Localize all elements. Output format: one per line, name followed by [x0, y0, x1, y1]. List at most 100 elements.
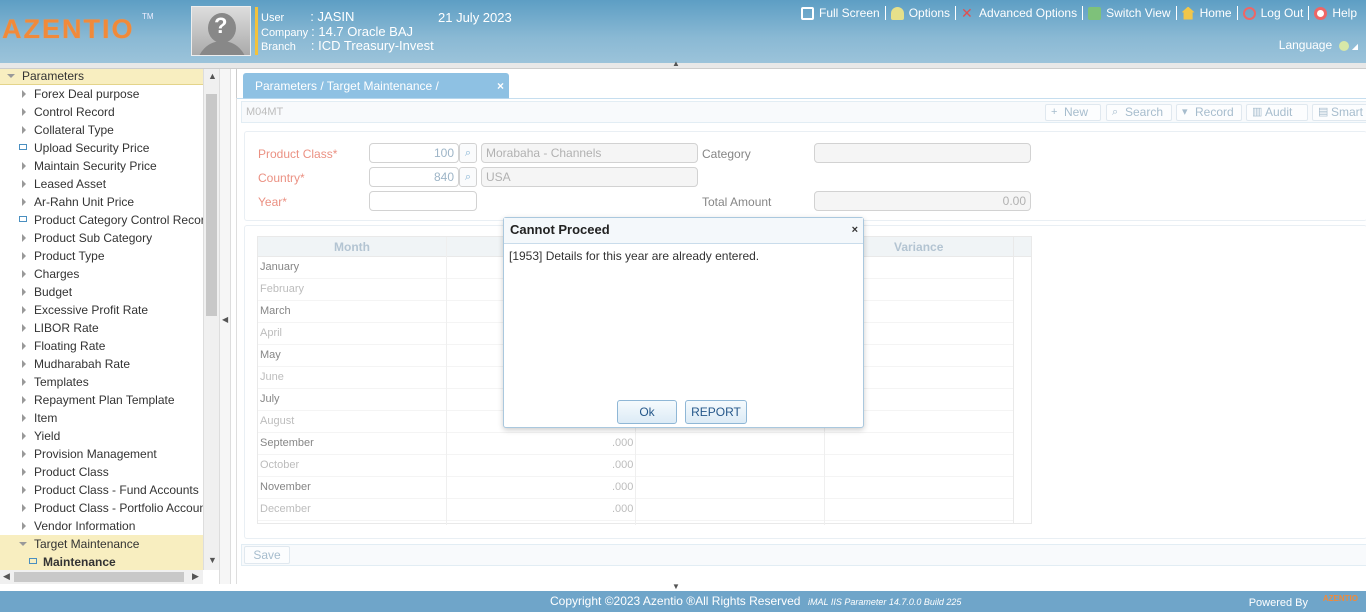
sidebar-item[interactable]: Product Type	[0, 247, 203, 265]
sidebar-item[interactable]: Target Maintenance	[0, 535, 203, 553]
h-scrollbar-thumb[interactable]	[14, 572, 184, 582]
powered-by-text: Powered By	[1248, 597, 1308, 609]
sidebar-item[interactable]: Budget	[0, 283, 203, 301]
sidebar-item[interactable]: Templates	[0, 373, 203, 391]
dialog-message: [1953] Details for this year are already…	[509, 249, 760, 263]
full-screen-icon	[800, 6, 814, 20]
advanced-options-button[interactable]: ✕ Advanced Options	[955, 6, 1082, 20]
sidebar-item[interactable]: Product Class - Portfolio Accounts	[0, 499, 203, 517]
sidebar-item-label: Excessive Profit Rate	[34, 303, 149, 317]
sidebar-items: Forex Deal purpose Control Record Collater…	[0, 85, 203, 570]
scroll-right-icon[interactable]: ▶	[192, 571, 199, 582]
tools-icon: ✕	[961, 4, 973, 21]
sidebar-item-label: Upload Security Price	[34, 141, 150, 155]
sidebar-item-label: Product Class - Portfolio Accounts	[34, 501, 203, 515]
log-out-button[interactable]: Log Out	[1236, 6, 1309, 20]
sidebar-item[interactable]: Product Sub Category	[0, 229, 203, 247]
report-button[interactable]: REPORT	[685, 400, 747, 424]
language-selector[interactable]: Language ◢	[1279, 38, 1358, 52]
scrollbar-thumb[interactable]	[206, 94, 217, 316]
expand-arrow-icon	[22, 396, 30, 404]
sidebar-item[interactable]: Forex Deal purpose	[0, 85, 203, 103]
ok-button[interactable]: Ok	[617, 400, 677, 424]
sidebar-vertical-scrollbar[interactable]: ▲ ▼	[203, 69, 219, 570]
sidebar-item[interactable]: LIBOR Rate	[0, 319, 203, 337]
sidebar-item[interactable]: Control Record	[0, 103, 203, 121]
sidebar-splitter[interactable]: ◀	[219, 69, 231, 584]
sidebar-item[interactable]: Maintenance	[0, 553, 203, 570]
sidebar-item[interactable]: Product Category Control Record	[0, 211, 203, 229]
sidebar-item[interactable]: Mudharabah Rate	[0, 355, 203, 373]
scroll-left-icon[interactable]: ◀	[3, 571, 10, 582]
options-button[interactable]: Options	[884, 6, 955, 20]
expand-arrow-icon	[22, 450, 30, 458]
screen-link-icon	[29, 558, 37, 564]
home-button[interactable]: Home	[1175, 6, 1237, 20]
dialog-title-bar: Cannot Proceed ×	[504, 218, 863, 244]
sidebar-item-label: Forex Deal purpose	[34, 87, 140, 101]
sidebar-item[interactable]: Vendor Information	[0, 517, 203, 535]
sidebar-item-label: Mudharabah Rate	[34, 357, 131, 371]
expand-arrow-icon	[22, 522, 30, 530]
sidebar-item-label: Repayment Plan Template	[34, 393, 175, 407]
sidebar-item-label: Provision Management	[34, 447, 157, 461]
sidebar-root-parameters[interactable]: Parameters	[0, 69, 203, 85]
sidebar-item-label: Charges	[34, 267, 80, 281]
expand-arrow-icon	[22, 414, 30, 422]
sidebar-item[interactable]: Provision Management	[0, 445, 203, 463]
sidebar-item[interactable]: Product Class - Fund Accounts	[0, 481, 203, 499]
sidebar-horizontal-scrollbar[interactable]: ◀ ▶	[0, 570, 203, 584]
scroll-down-icon[interactable]: ▼	[208, 555, 217, 565]
expand-arrow-icon	[22, 468, 30, 476]
sidebar-item-label: Maintenance	[43, 555, 116, 569]
sidebar-item-label: Collateral Type	[34, 123, 114, 137]
sidebar-item[interactable]: Collateral Type	[0, 121, 203, 139]
tab-strip: Parameters / Target Maintenance / Mainte…	[237, 69, 1366, 119]
sidebar-item[interactable]: Item	[0, 409, 203, 427]
expand-arrow-icon	[22, 486, 30, 494]
expand-arrow-icon	[22, 288, 30, 296]
expand-arrow-icon	[22, 162, 30, 170]
full-screen-button[interactable]: Full Screen	[796, 6, 885, 20]
switch-view-button[interactable]: Switch View	[1082, 6, 1175, 20]
expand-arrow-icon	[22, 198, 30, 206]
collapse-arrow-icon	[19, 542, 27, 550]
branch-value: : ICD Treasury-Invest	[310, 38, 434, 53]
sidebar-item-label: Ar-Rahn Unit Price	[34, 195, 135, 209]
help-button[interactable]: Help	[1308, 6, 1362, 20]
dialog-close-icon[interactable]: ×	[852, 218, 858, 242]
sidebar-item-label: Vendor Information	[34, 519, 136, 533]
close-tab-icon[interactable]: ×	[497, 73, 504, 99]
sidebar-item[interactable]: Repayment Plan Template	[0, 391, 203, 409]
help-lifebuoy-icon	[1314, 6, 1328, 20]
expand-arrow-icon	[22, 360, 30, 368]
sidebar-item[interactable]: Maintain Security Price	[0, 157, 203, 175]
question-mark-icon: ?	[214, 13, 228, 38]
tab-target-maintenance[interactable]: Parameters / Target Maintenance / Mainte…	[243, 73, 509, 119]
expand-arrow-icon	[22, 504, 30, 512]
sidebar-item[interactable]: Ar-Rahn Unit Price	[0, 193, 203, 211]
user-value: : JASIN	[310, 9, 355, 24]
sidebar-item[interactable]: Charges	[0, 265, 203, 283]
sidebar-item-label: Target Maintenance	[34, 537, 140, 551]
azentio-logo: AZENTIO	[2, 14, 135, 44]
sidebar-item-label: Product Sub Category	[34, 231, 153, 245]
user-label: User	[261, 12, 285, 24]
sidebar-item[interactable]: Leased Asset	[0, 175, 203, 193]
language-icon	[1338, 40, 1349, 51]
company-info-row: Company : 14.7 Oracle BAJ	[261, 24, 413, 39]
sidebar-item[interactable]: Yield	[0, 427, 203, 445]
build-info: iMAL IIS Parameter 14.7.0.0 Build 225	[808, 597, 962, 607]
sidebar-item-label: LIBOR Rate	[34, 321, 99, 335]
sidebar-item[interactable]: Excessive Profit Rate	[0, 301, 203, 319]
sidebar-item-label: Leased Asset	[34, 177, 107, 191]
user-avatar: ?	[191, 6, 251, 56]
business-date: 21 July 2023	[438, 10, 512, 25]
sidebar-item-label: Templates	[34, 375, 89, 389]
expand-arrow-icon	[22, 342, 30, 350]
scroll-up-icon[interactable]: ▲	[208, 71, 217, 81]
sidebar-item[interactable]: Product Class	[0, 463, 203, 481]
sidebar-item[interactable]: Floating Rate	[0, 337, 203, 355]
sidebar-item[interactable]: Upload Security Price	[0, 139, 203, 157]
sidebar-tree: Parameters Forex Deal purpose Control Rec…	[0, 69, 203, 570]
